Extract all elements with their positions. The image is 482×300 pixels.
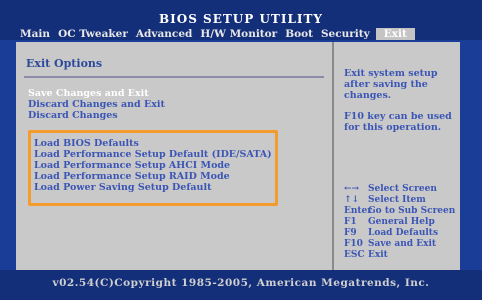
arrows-up-down-icon: ↑↓ — [344, 195, 360, 205]
highlight-box — [28, 130, 278, 206]
help-text-line: F10 key can be used for this operation. — [344, 111, 452, 133]
copyright-text: v02.54(C)Copyright 1985-2005, American M… — [52, 277, 430, 289]
tab-hw-monitor[interactable]: H/W Monitor — [196, 28, 281, 40]
tab-security[interactable]: Security — [317, 28, 374, 40]
help-text-line: Exit system setup after saving the chang… — [344, 68, 438, 101]
option-discard-changes[interactable]: Discard Changes — [28, 110, 165, 121]
key-desc: Select Item — [368, 195, 426, 205]
exit-options-list: Save Changes and Exit Discard Changes an… — [28, 88, 165, 121]
tab-exit[interactable]: Exit — [375, 28, 415, 40]
key-row: F9 Load Defaults — [344, 228, 462, 239]
menu-bar: Main OC Tweaker Advanced H/W Monitor Boo… — [16, 26, 460, 42]
key-row: ←→ Select Screen — [344, 184, 462, 195]
tab-boot[interactable]: Boot — [281, 28, 317, 40]
key-row: ↑↓ Select Item — [344, 195, 462, 206]
key-legend: ←→ Select Screen ↑↓ Select Item Enter Go… — [344, 184, 462, 261]
arrows-left-right-icon: ←→ — [344, 184, 360, 194]
bios-footer: v02.54(C)Copyright 1985-2005, American M… — [0, 270, 482, 300]
tab-oc-tweaker[interactable]: OC Tweaker — [54, 28, 132, 40]
tab-main[interactable]: Main — [16, 28, 54, 40]
key-f1: F1 — [344, 217, 357, 227]
key-enter: Enter — [344, 206, 373, 216]
section-divider — [24, 76, 324, 78]
key-desc: Load Defaults — [368, 228, 439, 238]
key-row: Enter Go to Sub Screen — [344, 206, 462, 217]
key-f10: F10 — [344, 239, 363, 249]
key-f9: F9 — [344, 228, 357, 238]
key-row: ESC Exit — [344, 250, 462, 261]
section-title: Exit Options — [26, 57, 103, 70]
key-row: F10 Save and Exit — [344, 239, 462, 250]
key-desc: Exit — [368, 250, 388, 260]
help-text: Exit system setup after saving the chang… — [344, 68, 458, 133]
options-pane: Exit Options Save Changes and Exit Disca… — [16, 42, 330, 270]
main-panel: Exit Options Save Changes and Exit Disca… — [16, 42, 460, 270]
key-desc: Go to Sub Screen — [368, 206, 456, 216]
key-esc: ESC — [344, 250, 365, 260]
key-desc: General Help — [368, 217, 435, 227]
key-desc: Save and Exit — [368, 239, 437, 249]
option-discard-and-exit[interactable]: Discard Changes and Exit — [28, 99, 165, 110]
option-save-and-exit[interactable]: Save Changes and Exit — [28, 88, 165, 99]
key-row: F1 General Help — [344, 217, 462, 228]
key-desc: Select Screen — [368, 184, 437, 194]
tab-advanced[interactable]: Advanced — [132, 28, 196, 40]
help-pane: Exit system setup after saving the chang… — [332, 42, 462, 270]
